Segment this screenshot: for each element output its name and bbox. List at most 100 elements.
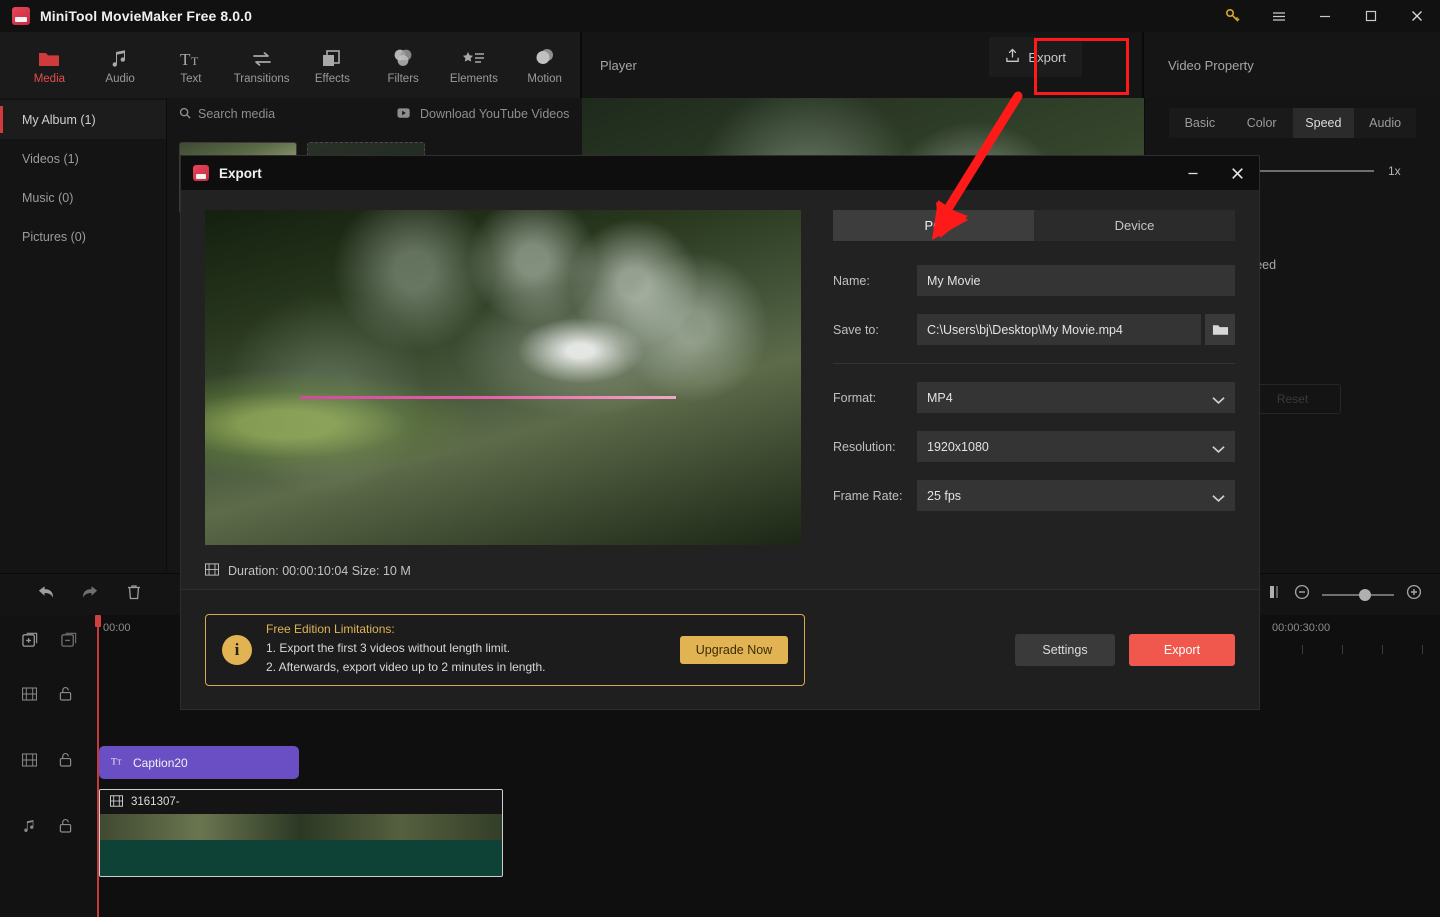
trash-icon[interactable] (126, 584, 142, 606)
resolution-select-wrap (917, 431, 1235, 462)
name-input[interactable] (917, 265, 1235, 296)
settings-divider (833, 363, 1235, 364)
zoom-out-icon[interactable] (1294, 584, 1310, 605)
info-icon: i (222, 634, 252, 665)
settings-button[interactable]: Settings (1015, 633, 1115, 666)
framerate-select[interactable] (917, 480, 1235, 511)
tab-label: Basic (1184, 116, 1216, 130)
tool-elements[interactable]: Elements (439, 34, 510, 96)
hamburger-menu-icon[interactable] (1256, 0, 1302, 32)
video-clip-header: 3161307- (100, 790, 502, 814)
tool-label: Media (33, 72, 66, 85)
framerate-select-wrap (917, 480, 1235, 511)
timeline-zoom-slider[interactable] (1322, 588, 1394, 601)
library-category-music[interactable]: Music (0) (0, 178, 166, 217)
unlock-icon[interactable] (59, 818, 72, 838)
property-tabs: Basic Color Speed Audio (1145, 98, 1440, 138)
tool-transitions[interactable]: Transitions (226, 34, 297, 96)
category-label: Videos (1) (22, 151, 79, 166)
split-icon[interactable] (1268, 584, 1282, 605)
tab-device[interactable]: Device (1034, 210, 1235, 241)
library-category-my-album[interactable]: My Album (1) (0, 100, 166, 139)
unlock-icon[interactable] (59, 752, 72, 772)
timeline-track-header-audio (0, 795, 97, 861)
tab-speed[interactable]: Speed (1292, 108, 1355, 138)
library-categories: My Album (1) Videos (1) Music (0) Pictur… (0, 98, 166, 573)
minimize-icon[interactable] (1171, 156, 1215, 190)
export-dialog-actions: Settings Export (1015, 633, 1235, 666)
zoom-in-icon[interactable] (1406, 584, 1422, 605)
key-icon[interactable] (1210, 0, 1256, 32)
duration-size-text: Duration: 00:00:10:04 Size: 10 M (228, 564, 411, 578)
format-select[interactable] (917, 382, 1235, 413)
video-clip-thumbnails (100, 814, 502, 840)
export-confirm-button[interactable]: Export (1129, 633, 1235, 666)
tool-label: Motion (527, 72, 562, 85)
category-label: My Album (1) (22, 112, 96, 127)
saveto-input[interactable] (917, 314, 1201, 345)
add-track-icon[interactable] (22, 631, 39, 653)
timeline-track-buttons (0, 615, 97, 663)
folder-icon (38, 46, 60, 68)
app-logo-icon (12, 7, 30, 25)
framerate-label: Frame Rate: (833, 488, 903, 503)
notice-title: Free Edition Limitations: (266, 622, 395, 637)
folder-open-icon[interactable] (1205, 314, 1235, 345)
unlock-icon[interactable] (59, 686, 72, 706)
player-label: Player (600, 57, 637, 73)
tool-label: Audio (105, 72, 135, 85)
export-button-toolbar[interactable]: Export (989, 37, 1082, 77)
remove-track-icon[interactable] (61, 631, 78, 653)
preview-foliage (205, 370, 480, 478)
export-dialog-window-controls (1171, 156, 1259, 190)
youtube-download-icon (397, 107, 412, 122)
tab-label: Device (1114, 218, 1155, 233)
tool-label: Text (180, 72, 202, 85)
tool-text[interactable]: TT Text (156, 34, 227, 96)
download-youtube-button[interactable]: Download YouTube Videos (397, 107, 569, 122)
filters-droplets-icon (392, 46, 414, 68)
tool-label: Elements (449, 72, 498, 85)
redo-icon[interactable] (81, 584, 100, 605)
timeline-zoom-knob[interactable] (1359, 588, 1372, 601)
elements-star-list-icon (462, 46, 486, 68)
tab-label: PC (924, 218, 943, 233)
timeline-track-headers (0, 615, 97, 917)
library-category-pictures[interactable]: Pictures (0) (0, 217, 166, 256)
tab-color[interactable]: Color (1230, 108, 1293, 138)
resolution-row: Resolution: (833, 431, 1235, 462)
resolution-select[interactable] (917, 431, 1235, 462)
framerate-row: Frame Rate: (833, 480, 1235, 511)
tab-pc[interactable]: PC (833, 210, 1034, 241)
maximize-icon[interactable] (1348, 0, 1394, 32)
close-icon[interactable] (1215, 156, 1259, 190)
undo-icon[interactable] (36, 584, 55, 605)
name-row: Name: (833, 265, 1235, 296)
tab-basic[interactable]: Basic (1169, 108, 1231, 138)
close-icon[interactable] (1394, 0, 1440, 32)
export-label: Export (1028, 49, 1066, 65)
tab-audio[interactable]: Audio (1354, 108, 1416, 138)
tool-motion[interactable]: Motion (509, 34, 580, 96)
tool-audio[interactable]: Audio (85, 34, 156, 96)
tool-filters[interactable]: Filters (368, 34, 439, 96)
saveto-label: Save to: (833, 322, 879, 337)
upgrade-now-button[interactable]: Upgrade Now (680, 635, 788, 664)
caption-clip-label: Caption20 (133, 755, 188, 770)
library-category-videos[interactable]: Videos (1) (0, 139, 166, 178)
motion-circles-icon (534, 46, 556, 68)
free-edition-notice: i Free Edition Limitations: 1. Export th… (205, 613, 805, 686)
timeline-clip-caption[interactable]: TT Caption20 (99, 746, 299, 779)
svg-text:T: T (117, 759, 122, 767)
search-input[interactable]: Search media (167, 107, 397, 122)
tool-label: Filters (387, 72, 419, 85)
minimize-icon[interactable] (1302, 0, 1348, 32)
export-preview-section: Duration: 00:00:10:04 Size: 10 M (205, 210, 817, 589)
upload-icon (1005, 48, 1020, 66)
tool-effects[interactable]: Effects (297, 34, 368, 96)
export-dialog-footer: i Free Edition Limitations: 1. Export th… (181, 589, 1259, 709)
tool-media[interactable]: Media (14, 34, 85, 96)
timeline-clip-video[interactable]: 3161307- (99, 789, 503, 877)
format-select-wrap (917, 382, 1235, 413)
format-row: Format: (833, 382, 1235, 413)
